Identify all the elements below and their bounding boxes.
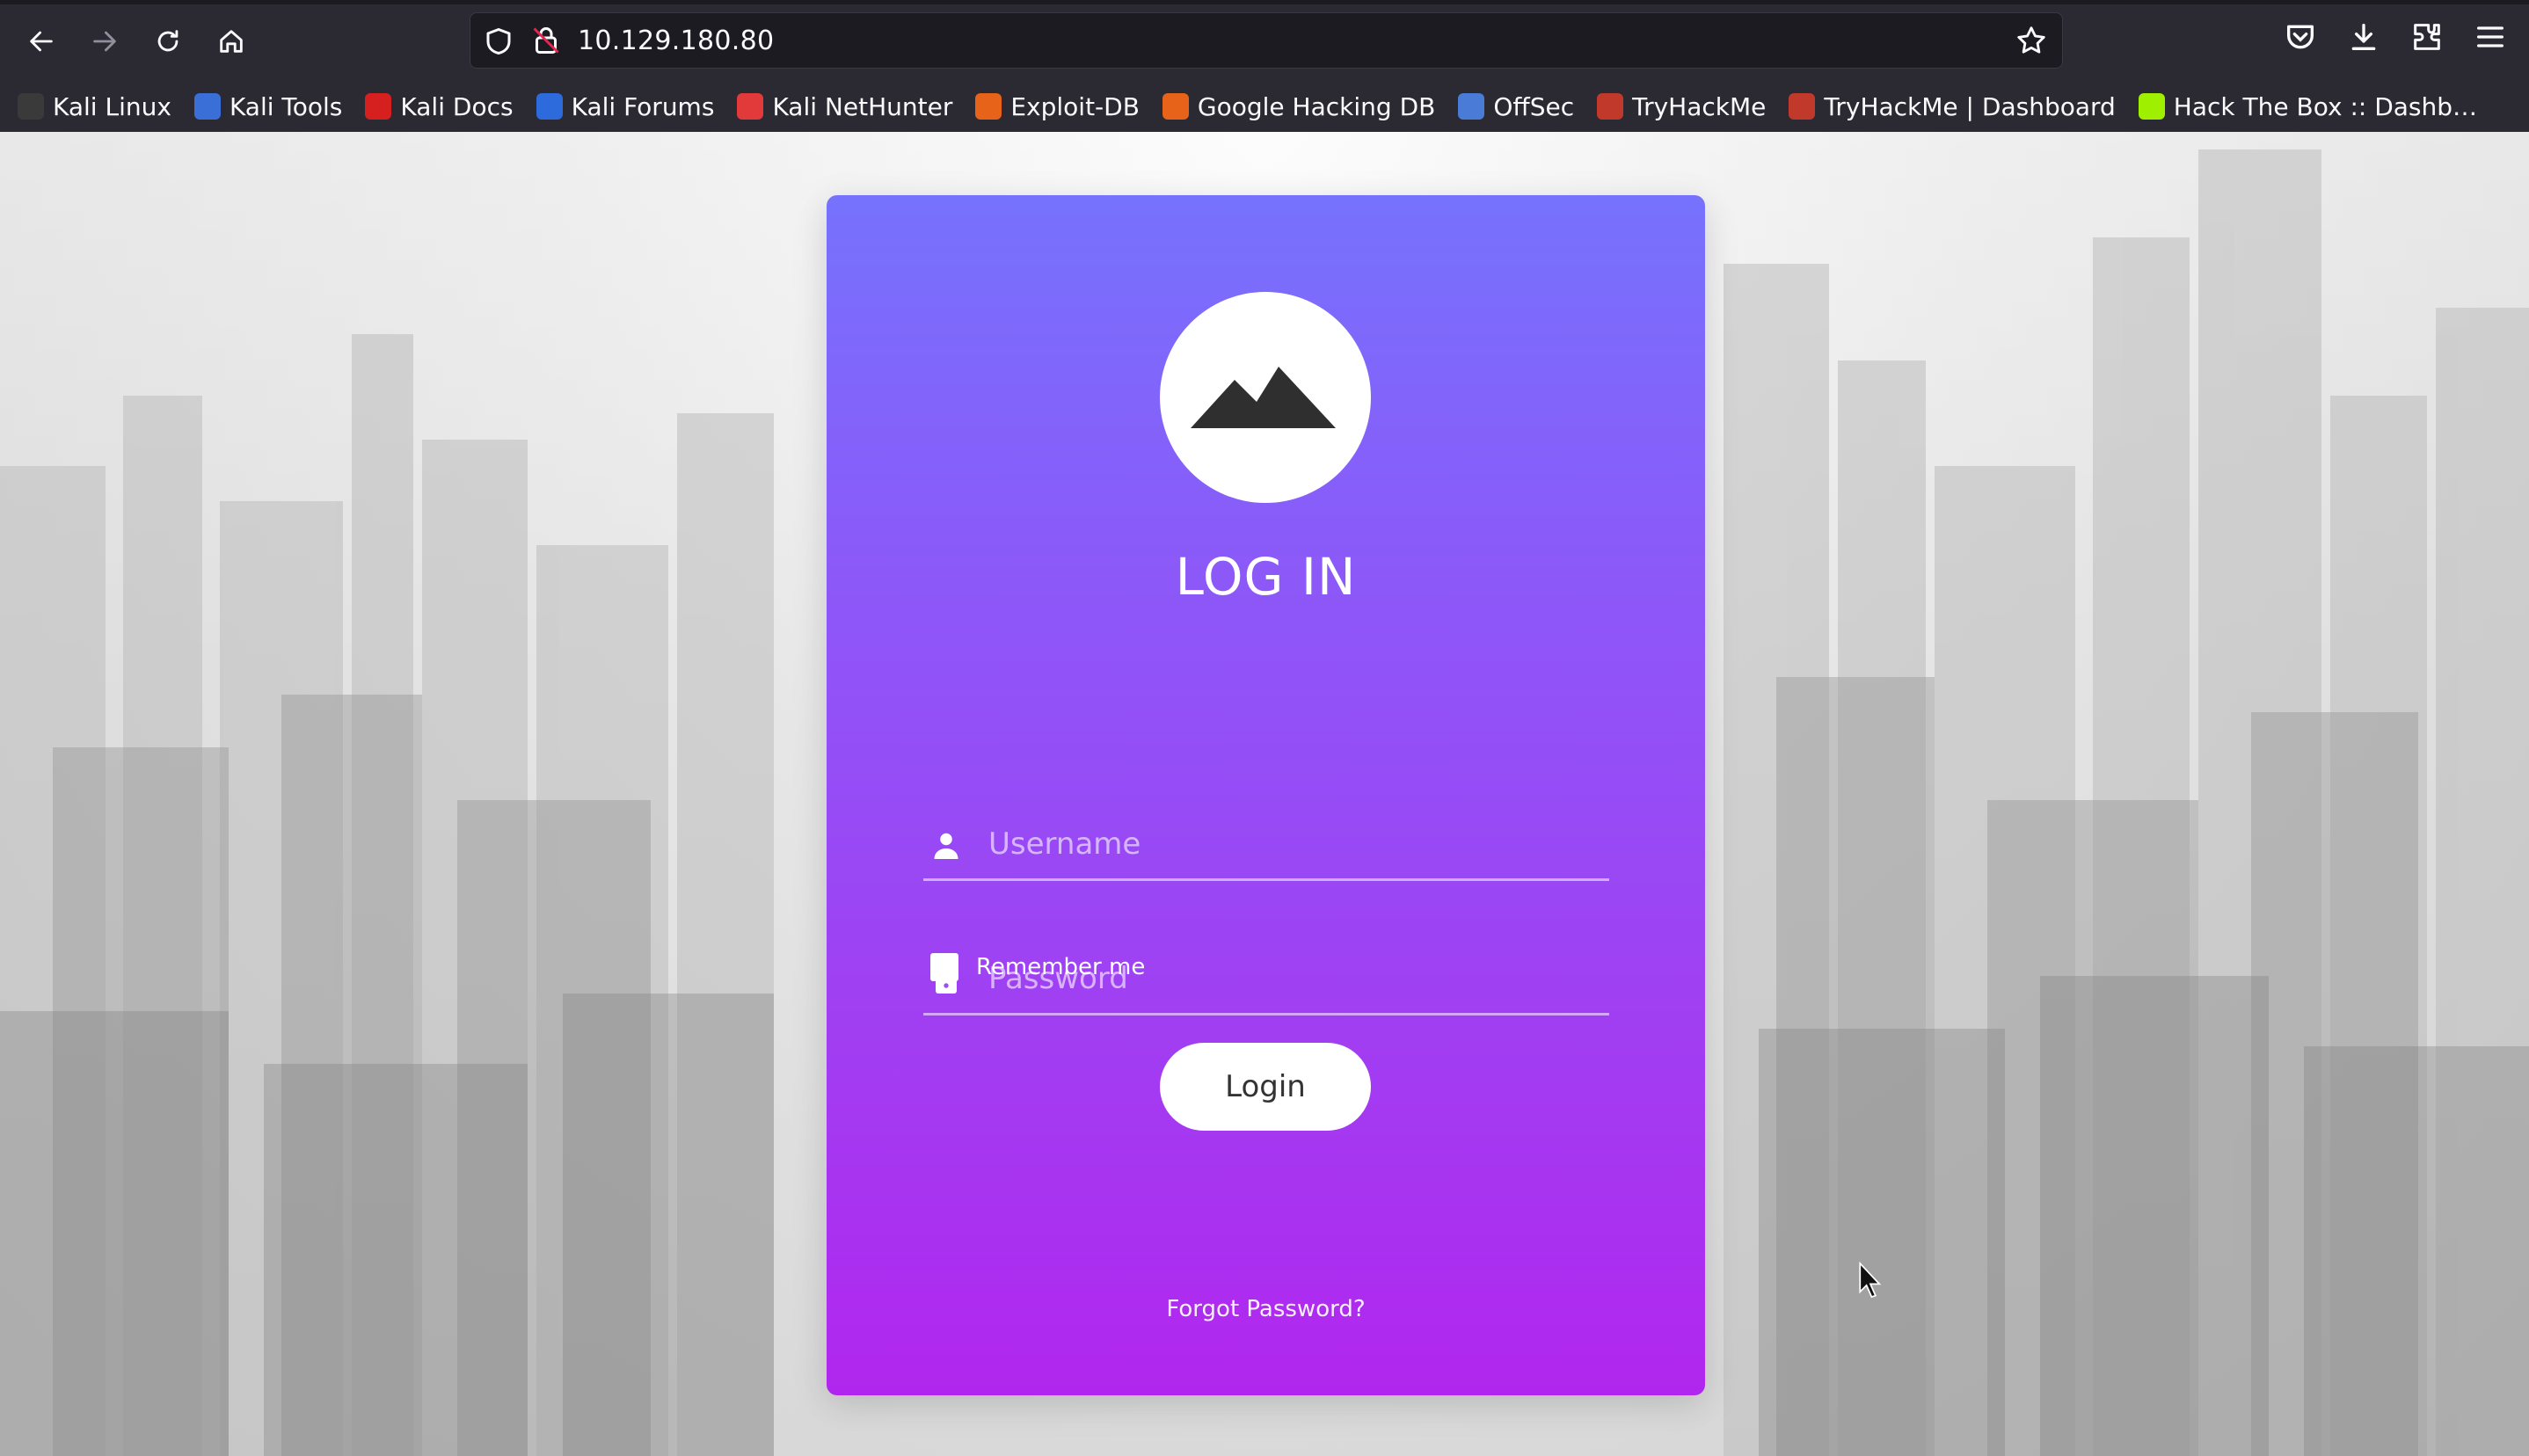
bookmark-label[interactable]: Hack The Box :: Dashb… xyxy=(2174,92,2477,121)
remember-me-label[interactable]: Remember me xyxy=(976,954,1145,980)
hamburger-menu-icon xyxy=(2477,26,2503,47)
bookmark-label[interactable]: TryHackMe xyxy=(1632,92,1766,121)
back-button[interactable] xyxy=(16,16,67,67)
forgot-password-link[interactable]: Forgot Password? xyxy=(827,1296,1705,1322)
pocket-button[interactable] xyxy=(2283,19,2321,58)
remember-me[interactable]: Remember me xyxy=(930,953,1145,981)
bookmark-label[interactable]: Kali Forums xyxy=(572,92,715,121)
pocket-icon xyxy=(2287,25,2314,49)
kali-docs-icon xyxy=(365,93,392,120)
extensions-button[interactable] xyxy=(2409,19,2448,58)
download-icon xyxy=(2351,24,2376,50)
nethunter-icon xyxy=(737,93,764,120)
insecure-lock-icon[interactable] xyxy=(530,24,562,57)
browser-toolbar: 10.129.180.80 Kali Linux Kali Tools Kali D… xyxy=(0,0,2529,132)
forward-button[interactable] xyxy=(79,16,130,67)
reload-button[interactable] xyxy=(142,16,193,67)
bookmark-item[interactable]: Kali Tools xyxy=(193,92,342,121)
forward-arrow-icon xyxy=(93,31,116,52)
mountain-icon xyxy=(1191,367,1336,428)
bookmark-label[interactable]: Kali NetHunter xyxy=(772,92,952,121)
logo xyxy=(1160,292,1371,503)
bookmark-label[interactable]: TryHackMe | Dashboard xyxy=(1824,92,2115,121)
bookmark-label[interactable]: Kali Tools xyxy=(230,92,342,121)
downloads-button[interactable] xyxy=(2346,19,2385,58)
bookmark-item[interactable]: Hack The Box :: Dashb… xyxy=(2138,92,2477,121)
bookmark-label[interactable]: Kali Linux xyxy=(53,92,171,121)
tryhackme-icon xyxy=(1789,93,1816,120)
login-button[interactable]: Login xyxy=(1160,1043,1371,1131)
user-icon xyxy=(934,833,958,859)
menu-button[interactable] xyxy=(2473,19,2511,58)
tab-strip xyxy=(0,0,2529,4)
bookmark-item[interactable]: OffSec xyxy=(1458,92,1574,121)
address-bar[interactable]: 10.129.180.80 xyxy=(470,12,2063,69)
puzzle-piece-icon xyxy=(2414,24,2440,50)
mouse-cursor-icon xyxy=(1859,1261,1882,1299)
remember-me-checkbox[interactable] xyxy=(930,953,958,981)
bookmark-item[interactable]: Kali NetHunter xyxy=(737,92,952,121)
username-input[interactable] xyxy=(988,819,1595,869)
tryhackme-icon xyxy=(1597,93,1624,120)
home-button[interactable] xyxy=(206,16,257,67)
bookmark-item[interactable]: TryHackMe | Dashboard xyxy=(1789,92,2116,121)
back-arrow-icon xyxy=(30,31,53,52)
home-icon xyxy=(220,30,243,53)
bookmark-label[interactable]: Google Hacking DB xyxy=(1198,92,1435,121)
bookmark-item[interactable]: Kali Docs xyxy=(365,92,514,121)
kali-tools-icon xyxy=(193,93,221,120)
username-field[interactable] xyxy=(923,811,1609,881)
shield-icon[interactable] xyxy=(483,25,514,57)
bookmark-item[interactable]: TryHackMe xyxy=(1597,92,1766,121)
offsec-icon xyxy=(1458,93,1485,120)
bookmark-label[interactable]: Exploit-DB xyxy=(1010,92,1140,121)
login-title: LOG IN xyxy=(1175,547,1357,607)
login-card: LOG IN Remember me Login Forgot Password… xyxy=(827,195,1705,1395)
bookmark-item[interactable]: Exploit-DB xyxy=(975,92,1140,121)
bookmarks-toolbar: Kali Linux Kali Tools Kali Docs Kali Forums… xyxy=(0,81,2529,132)
kali-forums-icon xyxy=(536,93,563,120)
bookmark-star-icon[interactable] xyxy=(2015,24,2048,57)
reload-icon xyxy=(157,30,179,52)
kali-dragon-icon xyxy=(18,93,44,120)
hackthebox-icon xyxy=(2138,93,2165,120)
bookmark-item[interactable]: Google Hacking DB xyxy=(1162,92,1435,121)
bookmark-item[interactable]: Kali Linux xyxy=(18,92,171,121)
bookmark-label[interactable]: OffSec xyxy=(1493,92,1574,121)
bookmark-item[interactable]: Kali Forums xyxy=(536,92,715,121)
exploit-db-icon xyxy=(975,93,1002,120)
login-page: LOG IN Remember me Login Forgot Password… xyxy=(0,132,2529,1456)
url-text[interactable]: 10.129.180.80 xyxy=(578,25,774,56)
bookmark-label[interactable]: Kali Docs xyxy=(400,92,513,121)
ghdb-icon xyxy=(1162,93,1189,120)
